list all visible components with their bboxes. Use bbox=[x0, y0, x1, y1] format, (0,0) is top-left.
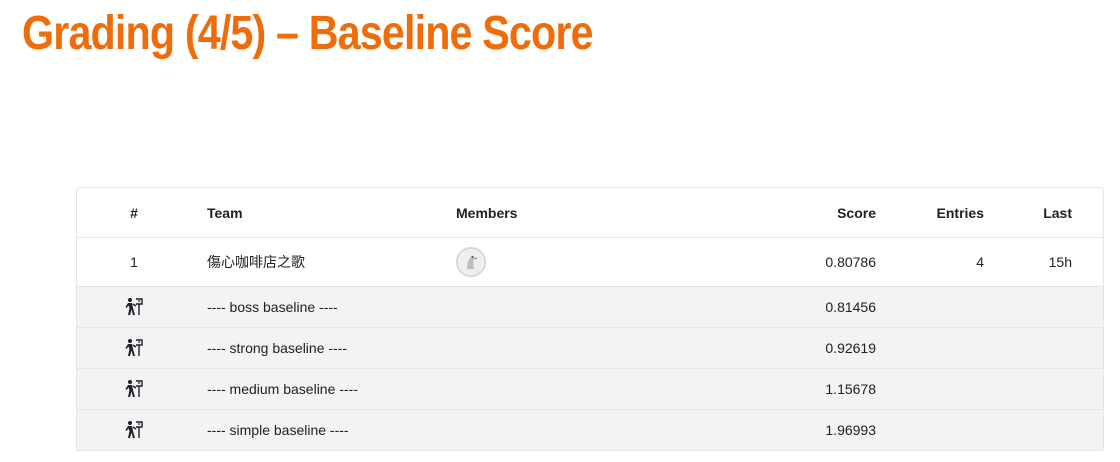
column-header-score[interactable]: Score bbox=[837, 205, 876, 221]
leaderboard-table: # Team Members Score Entries Last 1 傷心咖啡… bbox=[76, 187, 1104, 451]
column-header-team[interactable]: Team bbox=[207, 205, 243, 221]
team-name-link[interactable]: 傷心咖啡店之歌 bbox=[207, 252, 305, 272]
baseline-row: ---- medium baseline ---- 1.15678 bbox=[77, 369, 1103, 410]
score-cell: 0.80786 bbox=[825, 254, 876, 270]
hiker-icon bbox=[124, 420, 144, 440]
baseline-row: ---- simple baseline ---- 1.96993 bbox=[77, 410, 1103, 451]
slide-title: Grading (4/5) – Baseline Score bbox=[22, 7, 594, 60]
baseline-label: ---- medium baseline ---- bbox=[207, 381, 358, 397]
rank-cell: 1 bbox=[130, 254, 138, 270]
entries-count-cell: 4 bbox=[976, 254, 984, 270]
column-header-members[interactable]: Members bbox=[456, 205, 517, 221]
baseline-score: 0.81456 bbox=[825, 299, 876, 315]
baseline-row: ---- boss baseline ---- 0.81456 bbox=[77, 287, 1103, 328]
hiker-icon bbox=[124, 379, 144, 399]
hiker-icon bbox=[124, 297, 144, 317]
column-header-entries[interactable]: Entries bbox=[937, 205, 984, 221]
baseline-label: ---- strong baseline ---- bbox=[207, 340, 348, 356]
baseline-row: ---- strong baseline ---- 0.92619 bbox=[77, 328, 1103, 369]
table-row[interactable]: 1 傷心咖啡店之歌 0.80786 4 15h bbox=[77, 238, 1103, 287]
baseline-score: 0.92619 bbox=[825, 340, 876, 356]
user-avatar-icon[interactable] bbox=[456, 247, 486, 277]
baseline-label: ---- simple baseline ---- bbox=[207, 422, 349, 438]
column-header-last[interactable]: Last bbox=[1043, 205, 1072, 221]
baseline-label: ---- boss baseline ---- bbox=[207, 299, 338, 315]
column-header-rank[interactable]: # bbox=[105, 205, 163, 221]
table-header-row: # Team Members Score Entries Last bbox=[77, 188, 1103, 238]
baseline-score: 1.96993 bbox=[825, 422, 876, 438]
baseline-score: 1.15678 bbox=[825, 381, 876, 397]
hiker-icon bbox=[124, 338, 144, 358]
last-submission-cell: 15h bbox=[1048, 254, 1072, 270]
